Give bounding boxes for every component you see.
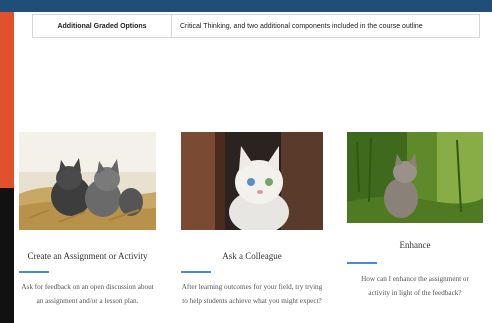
left-dark-strip [0,188,14,323]
table-row-label: Additional Graded Options [33,15,172,37]
kittens-photo [19,132,156,230]
card-description: How can I enhance the assignment or acti… [361,275,469,297]
card-title-underline [181,271,211,273]
left-accent-strip [0,12,14,188]
top-banner [0,0,492,12]
card-title[interactable]: Create an Assignment or Activity [19,251,156,261]
grass-kitten-photo [347,132,483,223]
card-title[interactable]: Enhance [347,240,483,250]
table-row-value: Critical Thinking, and two additional co… [180,22,423,30]
card-title[interactable]: Ask a Colleague [181,251,323,261]
card-description: Ask for feedback on an open discussion a… [21,283,154,305]
card-description: After learning outcomes for your field, … [181,283,323,305]
card-title-underline [347,262,377,264]
card-title-underline [19,271,49,273]
white-cat-photo [181,132,323,230]
options-table: Additional Graded Options Critical Think… [32,14,480,38]
